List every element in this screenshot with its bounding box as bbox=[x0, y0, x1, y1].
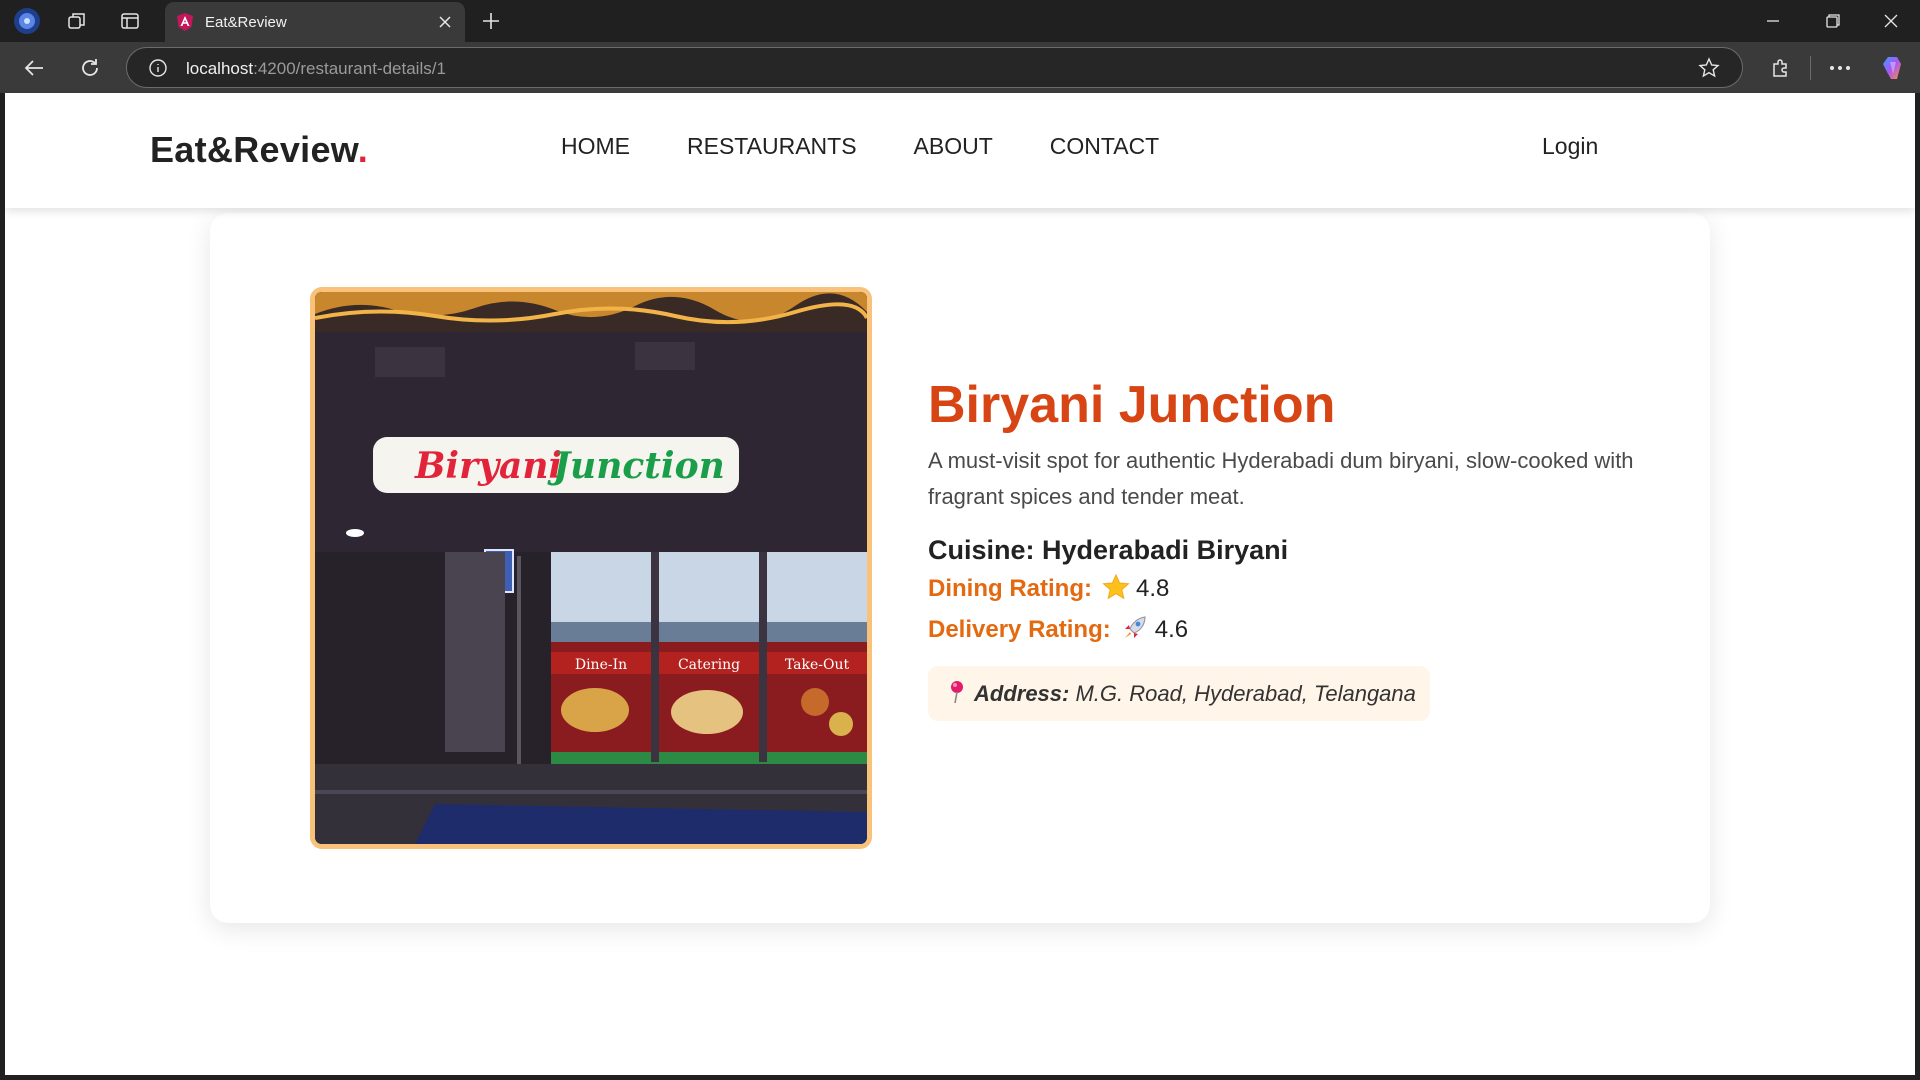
nav-contact[interactable]: CONTACT bbox=[1050, 133, 1159, 160]
window-bottom-edge bbox=[0, 1075, 1920, 1080]
restaurant-description: A must-visit spot for authentic Hyderaba… bbox=[928, 448, 1634, 509]
restore-icon[interactable] bbox=[1820, 8, 1846, 34]
site-logo[interactable]: Eat&Review. bbox=[150, 129, 368, 171]
extensions-icon[interactable] bbox=[1766, 54, 1794, 82]
window-label-take-out: Take-Out bbox=[785, 657, 850, 673]
url-text[interactable]: localhost:4200/restaurant-details/1 bbox=[186, 59, 446, 79]
browser-tab-strip: Eat&Review bbox=[0, 0, 1920, 42]
restaurant-photo: Biryani Junction Dine-In Catering Take-O… bbox=[310, 287, 872, 849]
vertical-tabs-icon[interactable] bbox=[117, 8, 143, 34]
nav-about[interactable]: ABOUT bbox=[914, 133, 993, 160]
close-tab-icon[interactable] bbox=[433, 10, 457, 34]
new-tab-icon[interactable] bbox=[478, 8, 504, 34]
address-box: Address: M.G. Road, Hyderabad, Telangana bbox=[928, 666, 1430, 721]
tab-title: Eat&Review bbox=[205, 14, 287, 31]
address-label: Address: bbox=[974, 681, 1070, 706]
restaurant-name: Biryani Junction bbox=[928, 376, 1336, 434]
site-header: Eat&Review. HOME RESTAURANTS ABOUT CONTA… bbox=[5, 93, 1915, 208]
nav-restaurants[interactable]: RESTAURANTS bbox=[687, 133, 857, 160]
refresh-icon[interactable] bbox=[76, 54, 104, 82]
restaurant-details: Biryani Junction A must-visit spot for a… bbox=[928, 373, 1648, 721]
rocket-icon bbox=[1124, 616, 1146, 638]
cuisine-label: Cuisine: bbox=[928, 535, 1035, 565]
delivery-rating-label: Delivery Rating: bbox=[928, 616, 1111, 643]
workspaces-icon[interactable] bbox=[64, 8, 90, 34]
dining-rating-label: Dining Rating: bbox=[928, 575, 1092, 602]
main-nav: HOME RESTAURANTS ABOUT CONTACT bbox=[561, 133, 1216, 160]
profile-avatar-icon[interactable] bbox=[12, 6, 42, 36]
browser-toolbar: localhost:4200/restaurant-details/1 bbox=[0, 42, 1920, 93]
window-label-dine-in: Dine-In bbox=[575, 657, 627, 673]
logo-dot: . bbox=[357, 129, 369, 170]
close-window-icon[interactable] bbox=[1878, 8, 1904, 34]
cuisine-row: Cuisine: Hyderabadi Biryani bbox=[928, 535, 1648, 566]
login-link[interactable]: Login bbox=[1542, 133, 1598, 160]
address-value: M.G. Road, Hyderabad, Telangana bbox=[1075, 681, 1416, 706]
star-icon bbox=[1102, 574, 1130, 600]
dining-rating-row: Dining Rating: 4.8 bbox=[928, 568, 1648, 609]
address-bar[interactable]: localhost:4200/restaurant-details/1 bbox=[126, 47, 1743, 88]
minimize-icon[interactable] bbox=[1760, 8, 1786, 34]
copilot-icon[interactable] bbox=[1878, 52, 1910, 84]
restaurant-card: Biryani Junction Dine-In Catering Take-O… bbox=[210, 213, 1710, 923]
back-icon[interactable] bbox=[20, 54, 48, 82]
sign-text-biryani: Biryani bbox=[414, 445, 562, 487]
site-info-icon[interactable] bbox=[147, 57, 169, 79]
cuisine-value: Hyderabadi Biryani bbox=[1042, 535, 1289, 565]
window-label-catering: Catering bbox=[678, 657, 740, 673]
pushpin-icon bbox=[951, 681, 963, 704]
sign-text-junction: Junction bbox=[547, 445, 725, 487]
nav-home[interactable]: HOME bbox=[561, 133, 630, 160]
active-tab[interactable]: Eat&Review bbox=[165, 2, 465, 42]
dining-rating-value: 4.8 bbox=[1135, 575, 1170, 602]
favorite-star-icon[interactable] bbox=[1697, 56, 1721, 80]
more-menu-icon[interactable] bbox=[1826, 54, 1854, 82]
page-viewport: Eat&Review. HOME RESTAURANTS ABOUT CONTA… bbox=[5, 93, 1915, 1075]
delivery-rating-value: 4.6 bbox=[1154, 616, 1189, 643]
delivery-rating-row: Delivery Rating: 4.6 bbox=[928, 609, 1648, 650]
angular-favicon-icon bbox=[177, 13, 193, 31]
toolbar-separator bbox=[1810, 56, 1811, 80]
